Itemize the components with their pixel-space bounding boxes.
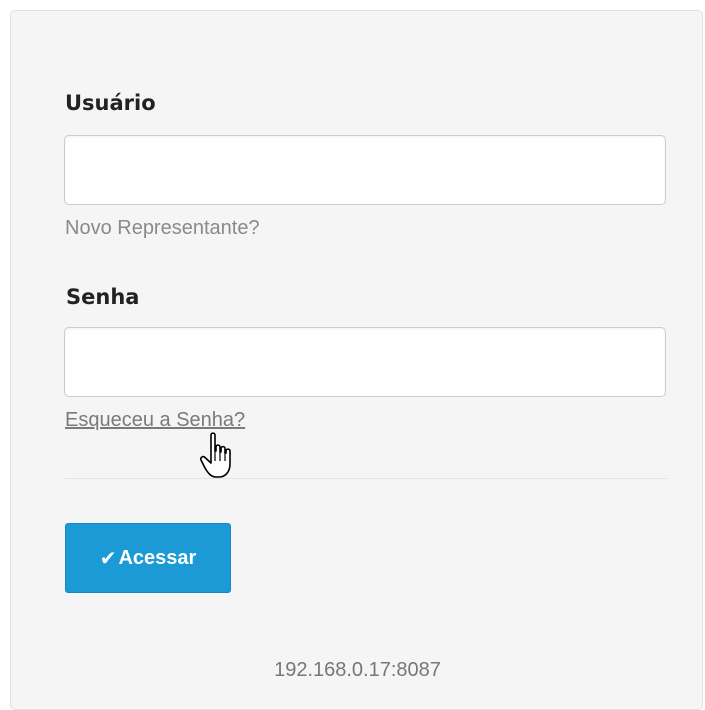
check-icon: ✔: [99, 547, 117, 570]
username-label: Usuário: [65, 91, 156, 115]
new-representative-text: Novo Representante?: [65, 217, 260, 239]
login-button[interactable]: ✔ Acessar: [65, 523, 231, 593]
password-input[interactable]: [64, 327, 666, 397]
login-button-label: Acessar: [118, 546, 197, 569]
divider: [65, 478, 667, 479]
username-input[interactable]: [64, 135, 666, 205]
login-panel: Usuário Novo Representante? Senha Esquec…: [10, 10, 703, 710]
server-address: 192.168.0.17:8087: [274, 659, 441, 681]
password-label: Senha: [66, 285, 140, 309]
hand-pointer-icon: [200, 432, 231, 478]
forgot-password-link[interactable]: Esqueceu a Senha?: [65, 409, 245, 431]
